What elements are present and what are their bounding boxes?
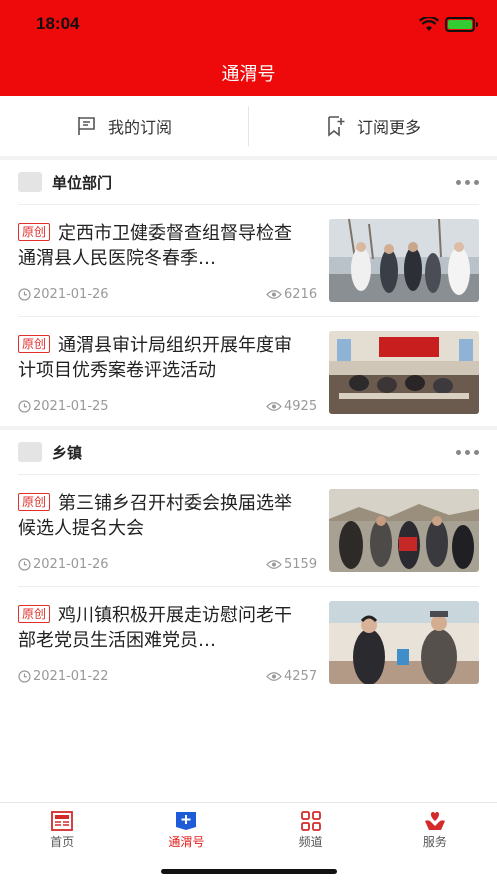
news-views: 6216 bbox=[266, 287, 317, 302]
news-title: 原创 鸡川镇积极开展走访慰问老干部老党员生活困难党员… bbox=[18, 603, 308, 653]
subscribe-more-label: 订阅更多 bbox=[356, 118, 421, 137]
wifi-icon bbox=[419, 16, 439, 31]
status-time: 18:04 bbox=[36, 14, 80, 33]
original-tag: 原创 bbox=[18, 335, 51, 353]
clock-icon bbox=[18, 400, 31, 413]
news-title: 原创 定西市卫健委督查组督导检查通渭县人民医院冬春季… bbox=[18, 221, 308, 271]
section-header: 乡镇 bbox=[0, 430, 497, 474]
news-views: 4925 bbox=[266, 399, 317, 414]
eye-icon bbox=[266, 290, 282, 299]
home-indicator bbox=[161, 869, 337, 874]
tab-tongweihao-label: 通渭号 bbox=[168, 835, 205, 849]
newspaper-icon bbox=[51, 811, 74, 831]
news-title: 原创 第三铺乡召开村委会换届选举候选人提名大会 bbox=[18, 491, 308, 541]
app-header: 18:04 通渭号 bbox=[0, 0, 497, 96]
news-item[interactable]: 原创 定西市卫健委督查组督导检查通渭县人民医院冬春季… 2021-01-26 62… bbox=[18, 204, 479, 316]
news-title-text: 第三铺乡召开村委会换届选举候选人提名大会 bbox=[18, 493, 293, 539]
clock-icon bbox=[18, 288, 31, 301]
section-title: 乡镇 bbox=[52, 443, 83, 462]
tab-service[interactable]: 服务 bbox=[373, 803, 497, 883]
news-views-count: 4257 bbox=[284, 669, 318, 684]
news-title-text: 定西市卫健委督查组督导检查通渭县人民医院冬春季… bbox=[18, 223, 293, 269]
news-date-text: 2021-01-26 bbox=[33, 287, 109, 302]
eye-icon bbox=[266, 402, 282, 411]
news-title-text: 通渭县审计局组织开展年度审计项目优秀案卷评选活动 bbox=[18, 335, 293, 381]
news-views-count: 4925 bbox=[284, 399, 318, 414]
clock-icon bbox=[18, 558, 31, 571]
news-item[interactable]: 原创 通渭县审计局组织开展年度审计项目优秀案卷评选活动 2021-01-25 49… bbox=[18, 316, 479, 428]
news-date: 2021-01-26 bbox=[18, 287, 109, 302]
tab-home-label: 首页 bbox=[50, 835, 75, 849]
original-tag: 原创 bbox=[18, 605, 51, 623]
section-icon bbox=[18, 172, 42, 192]
heart-hands-icon bbox=[424, 812, 445, 830]
news-thumbnail[interactable] bbox=[329, 601, 479, 684]
subscription-bar: 我的订阅 订阅更多 bbox=[0, 96, 497, 156]
news-date: 2021-01-25 bbox=[18, 399, 109, 414]
section-header: 单位部门 bbox=[0, 160, 497, 204]
news-views: 4257 bbox=[266, 669, 317, 684]
original-tag: 原创 bbox=[18, 493, 51, 511]
news-item[interactable]: 原创 第三铺乡召开村委会换届选举候选人提名大会 2021-01-26 5159 bbox=[18, 474, 479, 586]
my-subscriptions-button[interactable]: 我的订阅 bbox=[0, 96, 248, 156]
clock-icon bbox=[18, 670, 31, 683]
section-departments: 单位部门 原创 定西市卫健委督查组督导检查通渭县人民医院冬春季… 2021-01-… bbox=[0, 160, 497, 426]
news-date-text: 2021-01-25 bbox=[33, 399, 109, 414]
news-title: 原创 通渭县审计局组织开展年度审计项目优秀案卷评选活动 bbox=[18, 333, 308, 383]
flag-icon bbox=[78, 117, 95, 135]
news-date-text: 2021-01-22 bbox=[33, 669, 109, 684]
section-icon bbox=[18, 442, 42, 462]
tab-service-label: 服务 bbox=[422, 835, 447, 849]
section-title: 单位部门 bbox=[52, 173, 113, 192]
news-views: 5159 bbox=[266, 557, 317, 572]
my-subscriptions-label: 我的订阅 bbox=[107, 118, 172, 137]
news-date: 2021-01-26 bbox=[18, 557, 109, 572]
subscribe-more-button[interactable]: 订阅更多 bbox=[249, 96, 497, 156]
eye-icon bbox=[266, 672, 282, 681]
bookmark-add-icon bbox=[328, 116, 345, 137]
news-views-count: 5159 bbox=[284, 557, 318, 572]
news-thumbnail[interactable] bbox=[329, 331, 479, 414]
news-thumbnail[interactable] bbox=[329, 489, 479, 572]
plus-bookmark-icon bbox=[176, 812, 197, 830]
original-tag: 原创 bbox=[18, 223, 51, 241]
tab-home[interactable]: 首页 bbox=[0, 803, 124, 883]
grid-icon bbox=[300, 811, 321, 831]
more-icon[interactable] bbox=[456, 179, 479, 185]
news-item[interactable]: 原创 鸡川镇积极开展走访慰问老干部老党员生活困难党员… 2021-01-22 42… bbox=[18, 586, 479, 698]
more-icon[interactable] bbox=[456, 449, 479, 455]
news-title-text: 鸡川镇积极开展走访慰问老干部老党员生活困难党员… bbox=[18, 605, 293, 651]
battery-icon bbox=[445, 16, 478, 32]
news-date-text: 2021-01-26 bbox=[33, 557, 109, 572]
news-views-count: 6216 bbox=[284, 287, 318, 302]
eye-icon bbox=[266, 560, 282, 569]
section-towns: 乡镇 原创 第三铺乡召开村委会换届选举候选人提名大会 2021-01-26 515… bbox=[0, 430, 497, 690]
status-icons bbox=[419, 14, 478, 34]
news-date: 2021-01-22 bbox=[18, 669, 109, 684]
page-title: 通渭号 bbox=[221, 64, 276, 85]
news-thumbnail[interactable] bbox=[329, 219, 479, 302]
tab-channel-label: 频道 bbox=[298, 835, 323, 849]
